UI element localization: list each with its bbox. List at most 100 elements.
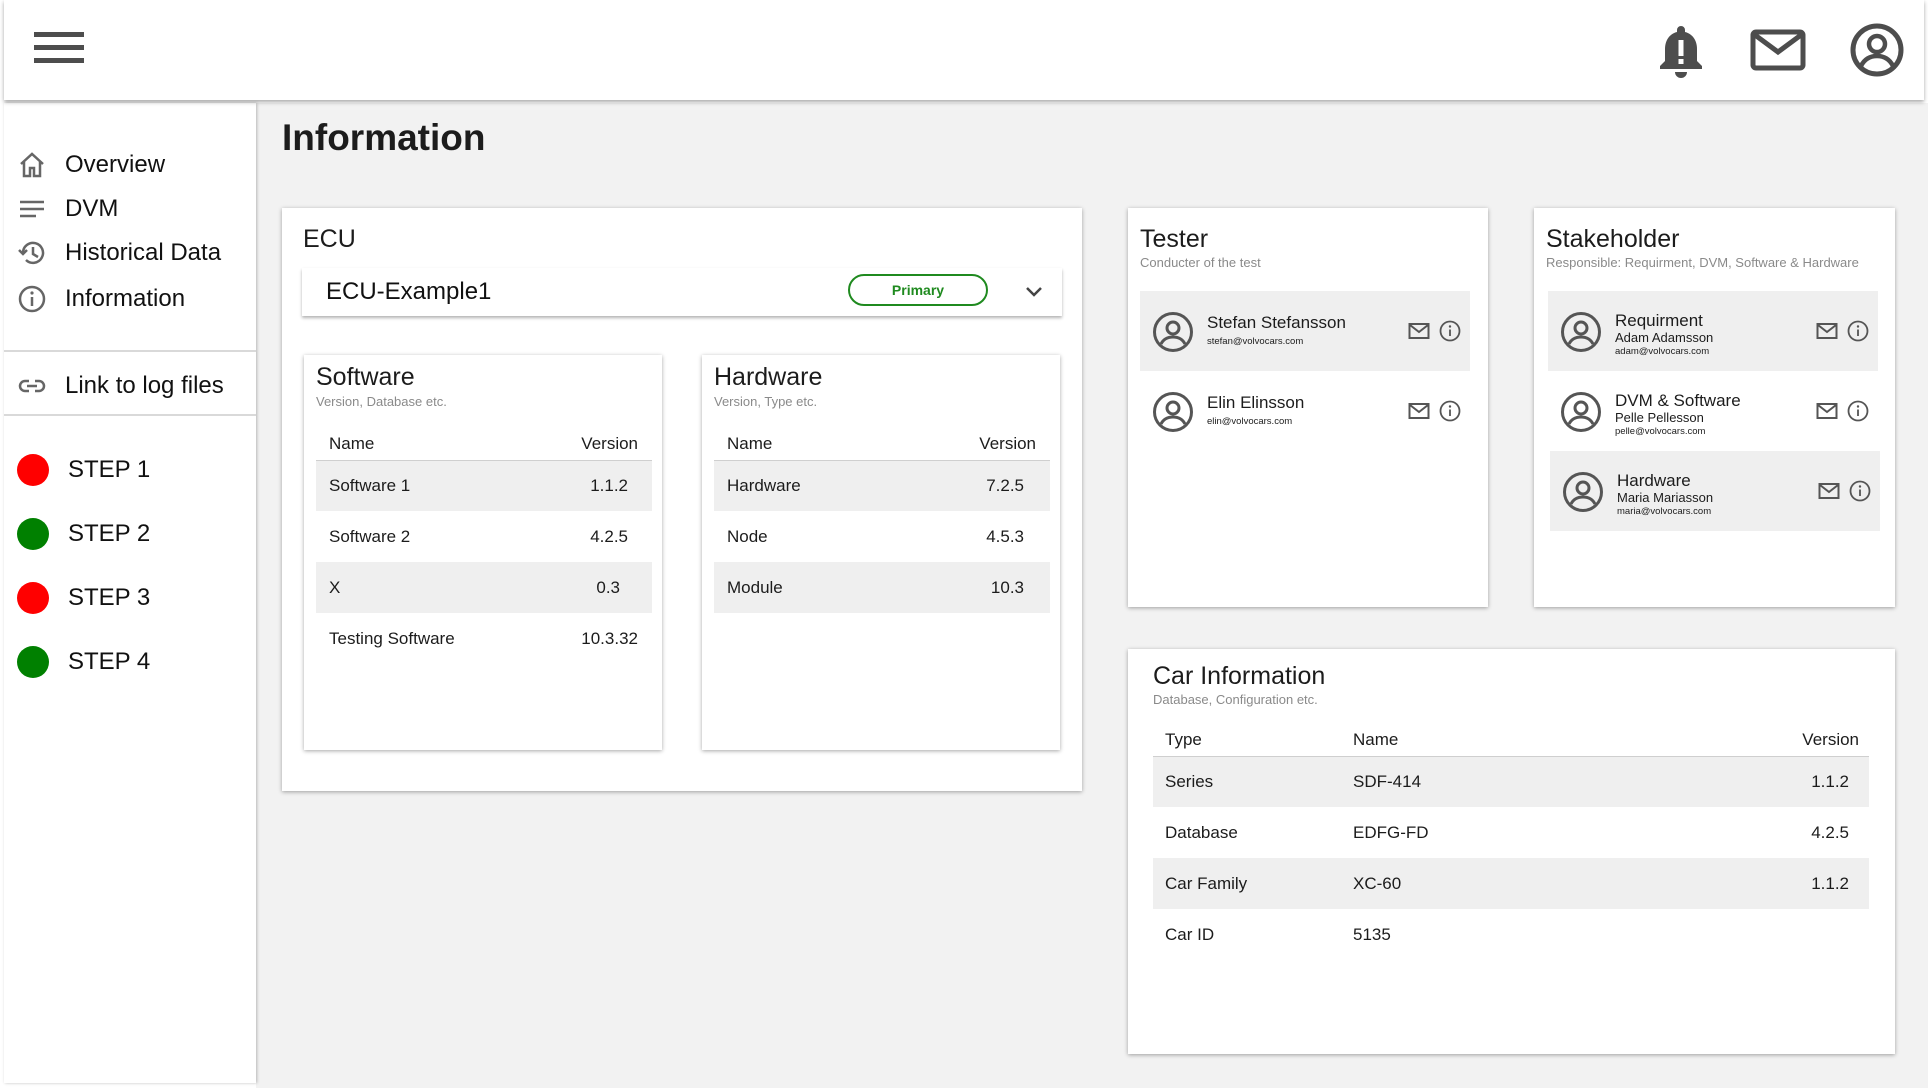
hamburger-menu-icon[interactable] xyxy=(34,32,84,68)
status-dot xyxy=(17,518,49,550)
stakeholder-title: Stakeholder xyxy=(1546,225,1680,253)
table-row: Car ID 5135 xyxy=(1153,909,1869,960)
lines-icon xyxy=(20,200,44,218)
sidebar: Overview DVM Historical Data Information… xyxy=(4,103,256,1083)
person-card: Requirment Adam Adamsson adam@volvocars.… xyxy=(1548,291,1878,371)
table-row: Hardware 7.2.5 xyxy=(714,460,1050,511)
page-title: Information xyxy=(282,117,486,158)
car-info-subtitle: Database, Configuration etc. xyxy=(1153,692,1318,707)
user-circle-icon xyxy=(1153,392,1193,432)
person-name: Maria Mariasson xyxy=(1617,490,1714,505)
sidebar-item-historical-data[interactable]: Historical Data xyxy=(4,233,256,273)
person-name: Pelle Pellesson xyxy=(1615,410,1704,425)
car-info-table: Type Name Version Series SDF-414 1.1.2 D… xyxy=(1153,724,1869,960)
person-email: maria@volvocars.com xyxy=(1617,506,1712,517)
table-row: Module 10.3 xyxy=(714,562,1050,613)
info-icon[interactable] xyxy=(1847,400,1869,422)
envelope-icon[interactable] xyxy=(1816,322,1838,340)
info-icon[interactable] xyxy=(1439,320,1461,342)
person-card: Hardware Maria Mariasson maria@volvocars… xyxy=(1550,451,1880,531)
log-link-label: Link to log files xyxy=(65,372,224,399)
table-row: Software 2 4.2.5 xyxy=(316,511,652,562)
sidebar-item-overview[interactable]: Overview xyxy=(4,145,256,185)
stakeholder-subtitle: Responsible: Requirment, DVM, Software &… xyxy=(1546,255,1859,270)
ecu-title: ECU xyxy=(303,225,356,253)
tester-subtitle: Conducter of the test xyxy=(1140,255,1261,270)
table-row: Software 1 1.1.2 xyxy=(316,460,652,511)
step-item[interactable]: STEP 4 xyxy=(4,640,256,684)
sidebar-item-label: Historical Data xyxy=(65,239,222,266)
cell-version: 7.2.5 xyxy=(899,460,1050,511)
software-subtitle: Version, Database etc. xyxy=(316,394,447,409)
table-row: Series SDF-414 1.1.2 xyxy=(1153,756,1869,807)
table-row: Database EDFG-FD 4.2.5 xyxy=(1153,807,1869,858)
info-icon[interactable] xyxy=(1439,400,1461,422)
person-card: Elin Elinsson elin@volvocars.com xyxy=(1140,371,1470,451)
stakeholder-card: Stakeholder Responsible: Requirment, DVM… xyxy=(1534,208,1895,607)
envelope-icon[interactable] xyxy=(1408,322,1430,340)
person-email: stefan@volvocars.com xyxy=(1207,336,1304,347)
software-title: Software xyxy=(316,363,415,391)
step-item[interactable]: STEP 2 xyxy=(4,512,256,556)
link-to-log-files[interactable]: Link to log files xyxy=(4,366,256,406)
primary-badge: Primary xyxy=(848,274,988,306)
cell-name: X xyxy=(316,562,539,613)
column-header: Name xyxy=(714,428,900,461)
car-information-card: Car Information Database, Configuration … xyxy=(1128,649,1895,1054)
sidebar-item-dvm[interactable]: DVM xyxy=(4,189,256,229)
column-header: Type xyxy=(1153,724,1353,757)
status-dot xyxy=(17,454,49,486)
user-circle-icon xyxy=(1561,392,1601,432)
cell-name: Module xyxy=(714,562,900,613)
step-label: STEP 4 xyxy=(68,648,151,675)
step-label: STEP 3 xyxy=(68,584,151,611)
step-item[interactable]: STEP 1 xyxy=(4,448,256,492)
main-content: Information ECU ECU-Example1 Primary Sof… xyxy=(256,103,1928,1088)
ecu-selected-value: ECU-Example1 xyxy=(326,278,492,305)
cell-name: Software 2 xyxy=(329,526,411,546)
info-icon[interactable] xyxy=(1849,480,1871,502)
cell-name: SDF-414 xyxy=(1353,756,1628,807)
person-email: adam@volvocars.com xyxy=(1615,346,1710,357)
car-info-title: Car Information xyxy=(1153,662,1326,690)
envelope-icon[interactable] xyxy=(1748,20,1808,80)
user-circle-icon xyxy=(1561,312,1601,352)
envelope-icon[interactable] xyxy=(1816,402,1838,420)
envelope-icon[interactable] xyxy=(1408,402,1430,420)
cell-version: 10.3.32 xyxy=(581,628,638,648)
cell-name: Node xyxy=(727,526,768,546)
cell-name: 5135 xyxy=(1353,924,1391,944)
envelope-icon[interactable] xyxy=(1818,482,1840,500)
user-circle-icon[interactable] xyxy=(1847,20,1907,80)
person-name: Elin Elinsson xyxy=(1207,393,1305,412)
cell-version: 1.1.2 xyxy=(538,460,652,511)
cell-name: Hardware xyxy=(714,460,900,511)
sidebar-item-information[interactable]: Information xyxy=(4,279,256,319)
person-role: Requirment xyxy=(1615,311,1703,330)
home-icon xyxy=(20,152,44,178)
info-icon[interactable] xyxy=(1847,320,1869,342)
bell-alert-icon[interactable] xyxy=(1651,20,1711,80)
software-table: Name Version Software 1 1.1.2 Software 2… xyxy=(316,428,652,664)
status-dot xyxy=(17,646,49,678)
column-header: Version xyxy=(538,428,652,461)
cell-name: Testing Software xyxy=(329,628,455,648)
sidebar-item-label: Overview xyxy=(65,151,166,178)
chevron-down-icon[interactable] xyxy=(1022,280,1046,304)
cell-name: XC-60 xyxy=(1353,858,1628,909)
cell-version: 1.1.2 xyxy=(1627,756,1869,807)
cell-version: 0.3 xyxy=(538,562,652,613)
software-card: Software Version, Database etc. Name Ver… xyxy=(304,355,662,750)
hardware-subtitle: Version, Type etc. xyxy=(714,394,818,409)
cell-type: Series xyxy=(1153,756,1353,807)
info-icon xyxy=(18,285,46,313)
person-email: pelle@volvocars.com xyxy=(1615,426,1706,437)
person-role: DVM & Software xyxy=(1615,391,1741,410)
history-icon xyxy=(18,241,45,265)
ecu-select-dropdown[interactable]: ECU-Example1 Primary xyxy=(302,268,1062,316)
cell-version: 4.2.5 xyxy=(590,526,628,546)
step-label: STEP 1 xyxy=(68,456,151,483)
step-item[interactable]: STEP 3 xyxy=(4,576,256,620)
cell-version: 4.2.5 xyxy=(1811,822,1849,842)
hardware-title: Hardware xyxy=(714,363,823,391)
